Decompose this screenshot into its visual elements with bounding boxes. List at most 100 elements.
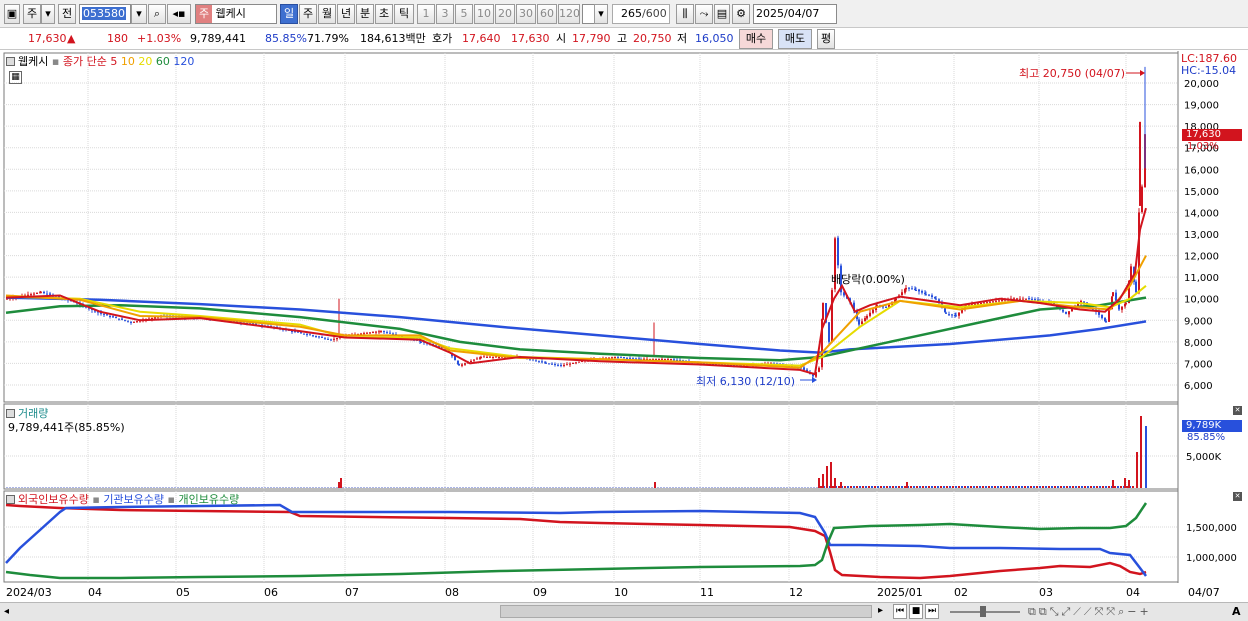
date-input[interactable]: 2025/04/07 [753, 4, 837, 24]
candle-body [330, 339, 332, 341]
volume-bar [327, 487, 329, 488]
gear-icon[interactable]: ⚙ [732, 4, 750, 24]
period-tick[interactable]: 틱 [394, 4, 414, 24]
buy-button[interactable]: 매수 [739, 29, 773, 49]
volume-bar [228, 487, 230, 488]
volume-bar [871, 486, 873, 488]
volume-bar [663, 487, 665, 488]
volume-bar [222, 487, 224, 488]
interval-dropdown-icon[interactable]: ▾ [594, 4, 608, 24]
interval-5[interactable]: 5 [455, 4, 473, 24]
close-icon[interactable]: ✕ [1233, 492, 1242, 501]
scroll-left-icon[interactable]: ◂ [4, 606, 9, 617]
zoom-slider-handle[interactable] [980, 606, 986, 617]
period-minute[interactable]: 분 [356, 4, 374, 24]
speaker-icon[interactable]: ◂▪ [167, 4, 191, 24]
volume-bar [949, 486, 951, 488]
volume-bar [381, 487, 383, 488]
y-tick-label: 9,000 [1184, 316, 1213, 327]
interval-1[interactable]: 1 [417, 4, 435, 24]
period-month[interactable]: 월 [318, 4, 336, 24]
period-week[interactable]: 주 [299, 4, 317, 24]
pane-menu-icon[interactable] [6, 57, 15, 66]
stop-icon[interactable]: ■ [909, 604, 923, 619]
save-icon[interactable]: ▤ [714, 4, 730, 24]
volume-bar [72, 487, 74, 488]
close-icon[interactable]: ✕ [1233, 406, 1242, 415]
scroll-thumb[interactable] [500, 605, 872, 618]
period-year[interactable]: 년 [337, 4, 355, 24]
volume-bar [435, 487, 437, 488]
volume-bar [531, 487, 533, 488]
font-size-icon[interactable]: A [1232, 605, 1241, 618]
market-button[interactable]: 주 [23, 4, 41, 24]
sell-button[interactable]: 매도 [778, 29, 812, 49]
interval-20[interactable]: 20 [495, 4, 515, 24]
evaluate-button[interactable]: 평 [817, 29, 835, 49]
volume-bar [291, 487, 293, 488]
volume-bar [24, 487, 26, 488]
volume-bar [324, 487, 326, 488]
candle-body [1025, 298, 1027, 300]
volume-bar [591, 487, 593, 488]
volume-bar [696, 487, 698, 488]
fast-forward-icon[interactable]: ⏭ [925, 604, 939, 619]
candle-body [461, 364, 463, 366]
prev-button[interactable]: 전 [58, 4, 76, 24]
market-dropdown-icon[interactable]: ▾ [41, 4, 55, 24]
x-axis-label: 05 [176, 586, 190, 599]
interval-30[interactable]: 30 [516, 4, 536, 24]
candle-body [49, 293, 51, 295]
candle-body [1068, 311, 1070, 315]
rewind-icon[interactable]: ⏮ [893, 604, 907, 619]
drawing-tools-icon[interactable]: ⧉⧉⤡⤢⟋⟋⤧⤧⌕−+ [1028, 605, 1152, 619]
candle-body [121, 318, 123, 320]
indicator-icon[interactable]: ⤳ [695, 4, 713, 24]
volume-bar [988, 486, 990, 488]
stock-code-input[interactable]: 053580 [79, 4, 131, 24]
interval-120[interactable]: 120 [558, 4, 580, 24]
chart-area[interactable]: 20,00019,00018,00017,00016,00015,00014,0… [0, 51, 1248, 602]
volume-bar [273, 487, 275, 488]
volume-bar [750, 487, 752, 488]
candle-type-icon[interactable]: ⫼ [676, 4, 694, 24]
turnover-rate: 71.79% [307, 32, 349, 45]
trade-amount: 184,613백만 [360, 32, 426, 45]
volume-bar [847, 486, 849, 488]
volume-bar [123, 487, 125, 488]
candle-body [112, 316, 114, 318]
volume-bar [393, 487, 395, 488]
volume-bar [982, 486, 984, 488]
volume-pane-menu-icon[interactable] [6, 409, 15, 418]
candle-body [43, 291, 45, 294]
volume-bar [540, 487, 542, 488]
candle-body [560, 364, 562, 366]
scroll-right-icon[interactable]: ▸ [878, 605, 883, 616]
volume-bar [720, 487, 722, 488]
candle-body [124, 319, 126, 321]
x-axis-label: 04 [88, 586, 102, 599]
volume-bar [645, 487, 647, 488]
interval-10[interactable]: 10 [474, 4, 494, 24]
interval-3[interactable]: 3 [436, 4, 454, 24]
window-icon[interactable]: ▣ [4, 4, 20, 24]
count-field[interactable]: 265/600 [612, 4, 670, 24]
stock-name-field[interactable]: 주 웹케시 [195, 4, 277, 24]
volume-bar [597, 487, 599, 488]
volume-bar [1105, 486, 1107, 488]
volume-bar [486, 487, 488, 488]
search-icon[interactable]: ⌕ [148, 4, 166, 24]
code-dropdown-icon[interactable]: ▾ [131, 4, 147, 24]
candle-body [30, 294, 32, 296]
period-day[interactable]: 일 [280, 4, 298, 24]
holder-pane-menu-icon[interactable] [6, 495, 15, 504]
candle-body [831, 290, 833, 343]
volume-bar [630, 487, 632, 488]
calculator-icon[interactable]: ▦ [9, 71, 22, 84]
period-second[interactable]: 초 [375, 4, 393, 24]
volume-bar [480, 487, 482, 488]
x-axis-label: 10 [614, 586, 628, 599]
volume-bar [1114, 486, 1116, 488]
interval-60[interactable]: 60 [537, 4, 557, 24]
bottom-scrollbar[interactable]: ◂ ▸ ⏮ ■ ⏭ ⧉⧉⤡⤢⟋⟋⤧⤧⌕−+ A [0, 602, 1248, 621]
